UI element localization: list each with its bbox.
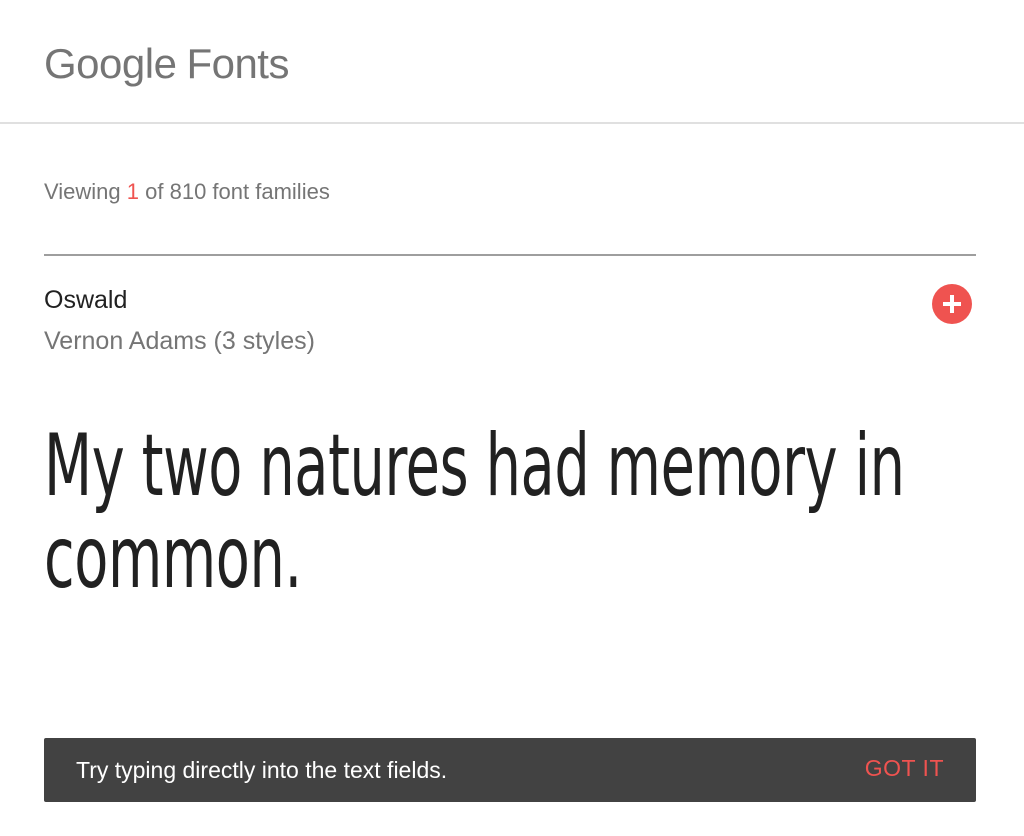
results-prefix: Viewing [44,179,121,204]
snackbar: Try typing directly into the text fields… [44,738,976,802]
app-header: Google Fonts [0,0,1024,124]
results-viewing-count: 1 [126,179,140,204]
font-designer-styles: Vernon Adams (3 styles) [44,327,315,355]
font-family-name[interactable]: Oswald [44,284,127,316]
font-sample-text[interactable]: My two natures had memory in common. [44,420,976,604]
logo-brand: Google [44,40,177,87]
logo-product: Fonts [186,40,289,87]
snackbar-message: Try typing directly into the text fields… [76,757,448,783]
results-count: Viewing 1 of 810 font families [44,176,330,208]
results-divider [44,254,976,256]
results-suffix: of 810 font families [145,179,330,204]
plus-circle-icon [943,295,961,313]
add-font-button[interactable] [932,284,972,324]
got-it-button[interactable]: GOT IT [865,754,944,782]
google-fonts-logo[interactable]: Google Fonts [44,36,289,92]
